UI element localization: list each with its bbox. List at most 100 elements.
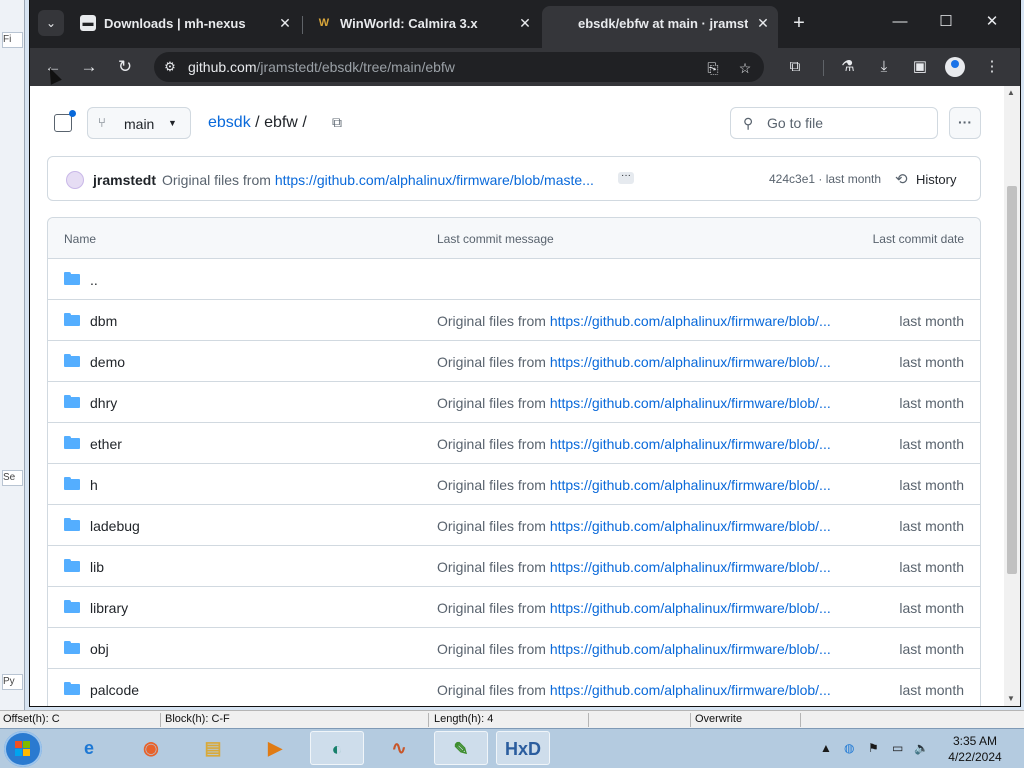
scrollbar-thumb[interactable]	[1007, 186, 1017, 574]
table-row[interactable]: demo Original files from https://github.c…	[48, 341, 980, 382]
author-avatar[interactable]	[66, 171, 84, 189]
row-commit-link[interactable]: https://github.com/alphalinux/firmware/b…	[550, 641, 831, 657]
branch-selector[interactable]: ⑂ main ▼	[87, 107, 191, 139]
matlab-icon[interactable]: ∿	[372, 731, 426, 765]
row-commit-link[interactable]: https://github.com/alphalinux/firmware/b…	[550, 477, 831, 493]
row-commit-link[interactable]: https://github.com/alphalinux/firmware/b…	[550, 395, 831, 411]
table-row[interactable]: ..	[48, 259, 980, 300]
reload-button[interactable]: ↻	[112, 55, 138, 79]
background-app-label: Fi	[2, 32, 23, 48]
close-icon[interactable]: ✕	[516, 14, 534, 32]
history-link[interactable]: History	[916, 172, 956, 187]
row-commit-link[interactable]: https://github.com/alphalinux/firmware/b…	[550, 354, 831, 370]
table-row[interactable]: ladebug Original files from https://githu…	[48, 505, 980, 546]
url-text[interactable]: github.com/jramstedt/ebsdk/tree/main/ebf…	[188, 59, 455, 75]
site-info-icon[interactable]: ⚙	[162, 59, 178, 75]
tab-github[interactable]: ebsdk/ebfw at main · jramstedt ✕	[542, 6, 778, 48]
folder-icon	[64, 600, 80, 613]
table-row[interactable]: library Original files from https://githu…	[48, 587, 980, 628]
profile-avatar[interactable]	[945, 57, 965, 77]
file-name-link[interactable]: obj	[90, 641, 109, 657]
file-tree-toggle-icon[interactable]	[54, 110, 76, 132]
file-name-link[interactable]: dbm	[90, 313, 117, 329]
row-commit-link[interactable]: https://github.com/alphalinux/firmware/b…	[550, 682, 831, 698]
show-hidden-icons-icon[interactable]: ▲	[820, 741, 832, 755]
go-to-file-search[interactable]: ⚲	[730, 107, 938, 139]
close-icon[interactable]: ✕	[754, 14, 772, 32]
file-name-link[interactable]: ether	[90, 436, 122, 452]
new-tab-button[interactable]: +	[788, 12, 810, 34]
volume-icon[interactable]: 🔈	[914, 741, 929, 755]
folder-icon	[64, 559, 80, 572]
hex-editor-status-bar: Offset(h): C Block(h): C-F Length(h): 4 …	[0, 710, 1024, 729]
table-row[interactable]: ether Original files from https://github.…	[48, 423, 980, 464]
start-button[interactable]	[4, 731, 42, 767]
table-row[interactable]: dhry Original files from https://github.c…	[48, 382, 980, 423]
row-commit-link[interactable]: https://github.com/alphalinux/firmware/b…	[550, 436, 831, 452]
table-row[interactable]: dbm Original files from https://github.co…	[48, 300, 980, 341]
ie-icon[interactable]: e	[62, 731, 116, 765]
breadcrumb-separator: /	[255, 114, 260, 131]
file-name-link[interactable]: demo	[90, 354, 125, 370]
action-center-flag-icon[interactable]: ⚑	[868, 741, 879, 755]
tab-title: Downloads | mh-nexus	[104, 16, 246, 31]
firefox-icon[interactable]: ◉	[124, 731, 178, 765]
table-row[interactable]: obj Original files from https://github.co…	[48, 628, 980, 669]
file-name-link[interactable]: dhry	[90, 395, 117, 411]
labs-flask-icon[interactable]: ⚗	[837, 56, 859, 78]
commit-author-link[interactable]: jramstedt	[93, 172, 156, 188]
window-close-button[interactable]: ✕	[978, 10, 1006, 34]
tab-downloads[interactable]: ▬ Downloads | mh-nexus ✕	[70, 6, 302, 42]
copy-path-icon[interactable]: ⧉	[329, 114, 345, 130]
install-app-icon[interactable]: ⎘	[704, 59, 722, 77]
media-player-icon[interactable]: ▶	[248, 731, 302, 765]
system-clock[interactable]: 3:35 AM 4/22/2024	[935, 733, 1015, 765]
table-row[interactable]: h Original files from https://github.com/…	[48, 464, 980, 505]
network-icon[interactable]: ▭	[892, 741, 903, 755]
commit-meta[interactable]: 424c3e1 · last month	[769, 172, 881, 186]
menu-kebab-icon[interactable]: ⋮	[981, 56, 1003, 78]
tab-winworld[interactable]: W WinWorld: Calmira 3.x ✕	[306, 6, 538, 42]
row-commit-link[interactable]: https://github.com/alphalinux/firmware/b…	[550, 313, 831, 329]
more-options-button[interactable]: ···	[949, 107, 981, 139]
row-commit-link[interactable]: https://github.com/alphalinux/firmware/b…	[550, 559, 831, 575]
row-commit-link[interactable]: https://github.com/alphalinux/firmware/b…	[550, 600, 831, 616]
downloads-icon[interactable]: ⤓	[873, 56, 895, 78]
history-icon[interactable]: ⟲	[895, 170, 908, 188]
row-commit-link[interactable]: https://github.com/alphalinux/firmware/b…	[550, 518, 831, 534]
url-path: /jramstedt/ebsdk/tree/main/ebfw	[256, 59, 455, 75]
page-scrollbar[interactable]: ▲ ▼	[1004, 86, 1020, 706]
table-row[interactable]: palcode Original files from https://githu…	[48, 669, 980, 706]
scroll-up-icon[interactable]: ▲	[1007, 88, 1015, 97]
extensions-icon[interactable]: ⧉	[784, 56, 806, 78]
address-bar[interactable]: ⚙ github.com/jramstedt/ebsdk/tree/main/e…	[154, 52, 764, 82]
file-name-link[interactable]: ..	[90, 272, 98, 288]
hxd-icon[interactable]: HxD	[496, 731, 550, 765]
tab-strip: ⌄ ▬ Downloads | mh-nexus ✕ W WinWorld: C…	[30, 0, 1020, 48]
breadcrumb-repo-link[interactable]: ebsdk	[208, 114, 251, 131]
file-name-link[interactable]: lib	[90, 559, 104, 575]
explorer-icon[interactable]: ▤	[186, 731, 240, 765]
network-app-icon[interactable]: ◍	[844, 741, 854, 755]
file-name-link[interactable]: palcode	[90, 682, 139, 698]
scroll-down-icon[interactable]: ▼	[1007, 694, 1015, 703]
forward-button[interactable]: →	[76, 55, 102, 79]
table-header: Name Last commit message Last commit dat…	[48, 218, 980, 259]
minimize-button[interactable]: —	[886, 10, 914, 34]
table-row[interactable]: lib Original files from https://github.co…	[48, 546, 980, 587]
close-icon[interactable]: ✕	[276, 14, 294, 32]
file-name-link[interactable]: library	[90, 600, 128, 616]
notepadpp-icon[interactable]: ✎	[434, 731, 488, 765]
file-name-link[interactable]: ladebug	[90, 518, 140, 534]
chrome-canary-icon[interactable]: ◐	[310, 731, 364, 765]
row-commit-prefix: Original files from	[437, 641, 546, 657]
side-panel-icon[interactable]: ▣	[909, 56, 931, 78]
go-to-file-input[interactable]	[765, 114, 929, 132]
expand-commit-button[interactable]: ···	[618, 171, 634, 184]
bookmark-star-icon[interactable]: ☆	[736, 59, 754, 77]
file-name-link[interactable]: h	[90, 477, 98, 493]
tab-search-button[interactable]: ⌄	[38, 10, 64, 36]
commit-message: Original files from https://github.com/a…	[162, 172, 594, 188]
maximize-button[interactable]: ☐	[932, 10, 960, 34]
commit-message-link[interactable]: https://github.com/alphalinux/firmware/b…	[275, 172, 594, 188]
